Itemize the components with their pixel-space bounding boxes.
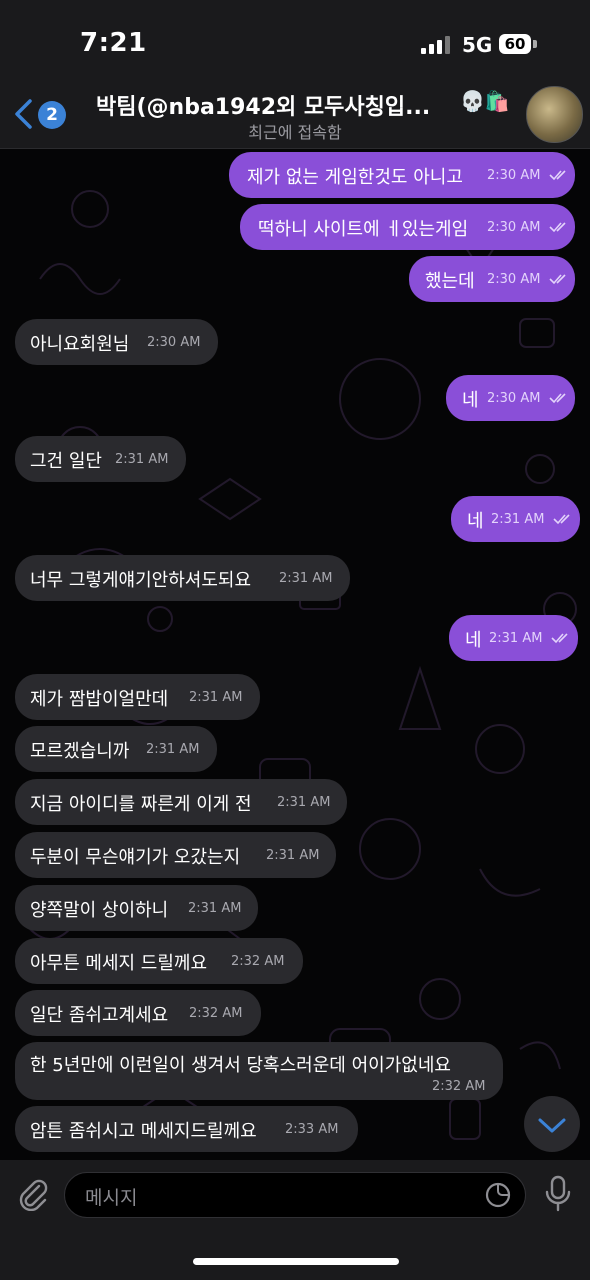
message-text: 제가 없는 게임한것도 아니고 — [247, 167, 463, 188]
message-text: 제가 짬밥이얼만데 — [30, 689, 169, 710]
status-time: 7:21 — [80, 28, 147, 58]
message-time: 2:32 AM — [231, 954, 285, 969]
message-bubble-outgoing[interactable]: 네 2:30 AM — [446, 375, 575, 421]
message-bubble-incoming[interactable]: 암튼 좀쉬시고 메세지드릴께요 2:33 AM — [15, 1106, 358, 1152]
double-check-icon — [549, 393, 566, 404]
network-type: 5G — [462, 33, 493, 57]
message-bubble-incoming[interactable]: 아무튼 메세지 드릴께요 2:32 AM — [15, 938, 303, 984]
signal-icon — [421, 36, 453, 54]
message-text: 네 — [467, 511, 484, 532]
message-time: 2:30 AM — [487, 168, 541, 183]
chat-status: 최근에 접속함 — [248, 123, 342, 142]
chevron-down-icon — [538, 1118, 566, 1133]
message-text: 한 5년만에 이런일이 생겨서 당혹스러운데 어이가없네요 — [30, 1055, 451, 1076]
message-time: 2:30 AM — [487, 220, 541, 235]
message-text: 네 — [465, 630, 482, 651]
double-check-icon — [549, 170, 566, 181]
message-text: 그건 일단 — [30, 451, 102, 472]
chat-title[interactable]: 박팀(@nba1942외 모두사칭입... — [96, 89, 456, 121]
message-time: 2:33 AM — [285, 1122, 339, 1137]
message-bubble-outgoing[interactable]: 했는데 2:30 AM — [409, 256, 575, 302]
message-text: 일단 좀쉬고계세요 — [30, 1005, 169, 1026]
message-text: 했는데 — [425, 271, 475, 292]
chat-header: 2 박팀(@nba1942외 모두사칭입... 💀🛍️ 최근에 접속함 — [0, 80, 590, 149]
message-bubble-incoming[interactable]: 제가 짬밥이얼만데 2:31 AM — [15, 674, 260, 720]
message-text: 아니요회원님 — [30, 334, 130, 355]
message-text: 너무 그렇게얘기안하셔도되요 — [30, 570, 252, 591]
message-time: 2:31 AM — [491, 512, 545, 527]
home-indicator — [193, 1258, 399, 1265]
scroll-down-button[interactable] — [524, 1096, 580, 1152]
message-bubble-incoming[interactable]: 모르겠습니까 2:31 AM — [15, 726, 217, 772]
battery-icon: 60 — [499, 34, 531, 54]
message-bubble-outgoing[interactable]: 떡하니 사이트에 ㅔ있는게임 2:30 AM — [240, 204, 575, 250]
message-bubble-incoming[interactable]: 지금 아이디를 짜른게 이게 전 2:31 AM — [15, 779, 347, 825]
message-text: 네 — [462, 390, 479, 411]
message-time: 2:31 AM — [266, 848, 320, 863]
message-text: 두분이 무슨얘기가 오갔는지 — [30, 847, 241, 868]
message-text: 양쪽말이 상이하니 — [30, 900, 169, 921]
message-bubble-incoming[interactable]: 한 5년만에 이런일이 생겨서 당혹스러운데 어이가없네요 2:32 AM — [15, 1042, 503, 1100]
message-time: 2:31 AM — [279, 571, 333, 586]
message-bubble-incoming[interactable]: 일단 좀쉬고계세요 2:32 AM — [15, 990, 261, 1036]
message-text: 모르겠습니까 — [30, 741, 130, 762]
message-text: 아무튼 메세지 드릴께요 — [30, 953, 208, 974]
message-input-placeholder: 메시지 — [85, 1187, 138, 1209]
double-check-icon — [549, 274, 566, 285]
message-time: 2:31 AM — [146, 742, 200, 757]
sticker-icon[interactable] — [485, 1182, 511, 1208]
message-time: 2:30 AM — [487, 272, 541, 287]
message-time: 2:30 AM — [487, 391, 541, 406]
message-bubble-outgoing[interactable]: 네 2:31 AM — [451, 496, 580, 542]
message-bubble-outgoing[interactable]: 제가 없는 게임한것도 아니고 2:30 AM — [229, 152, 575, 198]
title-emoji: 💀🛍️ — [460, 89, 510, 113]
status-bar: 7:21 5G 60 — [0, 0, 590, 80]
double-check-icon — [549, 222, 566, 233]
message-text: 지금 아이디를 짜른게 이게 전 — [30, 794, 252, 815]
double-check-icon — [553, 514, 570, 525]
message-bubble-incoming[interactable]: 너무 그렇게얘기안하셔도되요 2:31 AM — [15, 555, 350, 601]
battery-tip — [533, 40, 537, 48]
message-input[interactable]: 메시지 — [64, 1172, 526, 1218]
message-time: 2:32 AM — [432, 1079, 486, 1094]
message-text: 암튼 좀쉬시고 메세지드릴께요 — [30, 1121, 257, 1142]
message-bubble-incoming[interactable]: 아니요회원님 2:30 AM — [15, 319, 218, 365]
microphone-icon[interactable] — [543, 1174, 573, 1214]
message-bubble-incoming[interactable]: 두분이 무슨얘기가 오갔는지 2:31 AM — [15, 832, 336, 878]
message-bubble-incoming[interactable]: 양쪽말이 상이하니 2:31 AM — [15, 885, 258, 931]
avatar[interactable] — [526, 86, 583, 143]
message-bubble-incoming[interactable]: 그건 일단 2:31 AM — [15, 436, 186, 482]
message-text: 떡하니 사이트에 ㅔ있는게임 — [258, 219, 469, 240]
message-time: 2:31 AM — [115, 452, 169, 467]
double-check-icon — [551, 633, 568, 644]
message-time: 2:31 AM — [489, 631, 543, 646]
message-list[interactable]: 제가 없는 게임한것도 아니고 2:30 AM 떡하니 사이트에 ㅔ있는게임 2… — [0, 149, 590, 1160]
message-time: 2:31 AM — [277, 795, 331, 810]
paperclip-icon[interactable] — [16, 1177, 50, 1211]
message-time: 2:32 AM — [189, 1006, 243, 1021]
message-time: 2:30 AM — [147, 335, 201, 350]
message-time: 2:31 AM — [189, 690, 243, 705]
message-time: 2:31 AM — [188, 901, 242, 916]
composer-bar: 메시지 — [0, 1160, 590, 1280]
message-bubble-outgoing[interactable]: 네 2:31 AM — [449, 615, 578, 661]
